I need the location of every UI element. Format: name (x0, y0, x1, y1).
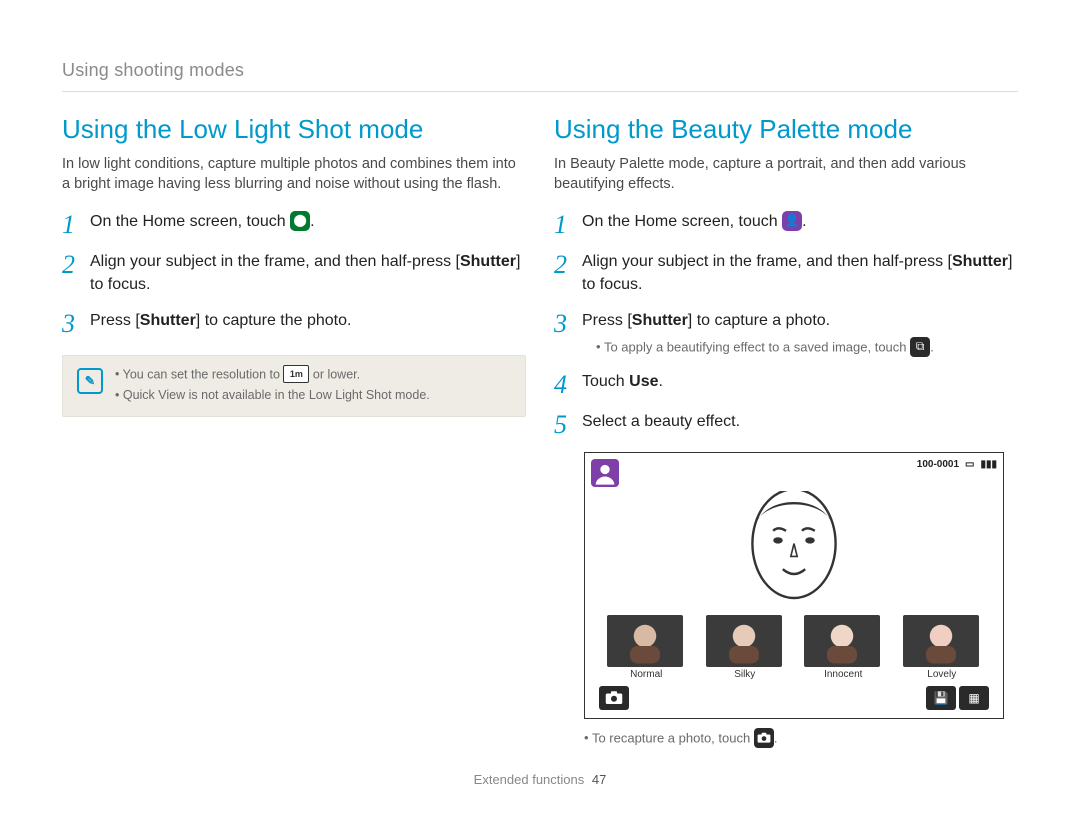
breadcrumb: Using shooting modes (62, 60, 1018, 81)
step-number: 2 (554, 250, 582, 278)
resolution-icon: 1m (283, 365, 309, 383)
left-column: Using the Low Light Shot mode In low lig… (62, 114, 526, 749)
right-column: Using the Beauty Palette mode In Beauty … (554, 114, 1018, 749)
step-body: Touch Use. (582, 370, 1018, 393)
beauty-palette-preview: 100-0001 ▭ ▮▮▮ (584, 452, 1004, 719)
card-icon: ▭ (965, 459, 974, 470)
steps-beauty: 1 On the Home screen, touch 👤. 2 Align y… (554, 210, 1018, 438)
note-item: You can set the resolution to 1m or lowe… (115, 366, 430, 384)
note-item: Quick View is not available in the Low L… (115, 388, 430, 402)
note-box: ✎ You can set the resolution to 1m or lo… (62, 355, 526, 417)
step-body: Align your subject in the frame, and the… (90, 250, 526, 296)
step-number: 1 (62, 210, 90, 238)
gallery-icon: ⧉ (910, 337, 930, 357)
portrait-area (591, 491, 997, 609)
effect-options-row: Normal Silky Innocent Lovely (591, 615, 997, 680)
step-number: 3 (554, 309, 582, 337)
step-number: 2 (62, 250, 90, 278)
effect-option-normal[interactable]: Normal (607, 615, 685, 680)
section-title-beauty: Using the Beauty Palette mode (554, 114, 1018, 145)
after-note: To recapture a photo, touch . (584, 729, 1018, 749)
effect-option-innocent[interactable]: Innocent (804, 615, 882, 680)
intro-low-light: In low light conditions, capture multipl… (62, 155, 526, 194)
divider (62, 91, 1018, 92)
step-body: On the Home screen, touch ⬤. (90, 210, 526, 233)
beauty-mode-icon (591, 459, 619, 487)
step-body: Press [Shutter] to capture the photo. (90, 309, 526, 332)
grid-view-button[interactable]: ▦ (959, 686, 989, 710)
page-footer: Extended functions 47 (0, 772, 1080, 787)
step-number: 4 (554, 370, 582, 398)
low-light-mode-icon: ⬤ (290, 211, 310, 231)
effect-option-lovely[interactable]: Lovely (903, 615, 981, 680)
step-number: 3 (62, 309, 90, 337)
section-title-low-light: Using the Low Light Shot mode (62, 114, 526, 145)
camera-icon (754, 728, 774, 748)
step-number: 5 (554, 410, 582, 438)
step-body: Align your subject in the frame, and the… (582, 250, 1018, 296)
effect-option-silky[interactable]: Silky (706, 615, 784, 680)
step-body: Press [Shutter] to capture a photo. To a… (582, 309, 1018, 358)
intro-beauty: In Beauty Palette mode, capture a portra… (554, 155, 1018, 194)
battery-icon: ▮▮▮ (980, 459, 997, 470)
status-bar: 100-0001 ▭ ▮▮▮ (917, 459, 997, 470)
recapture-button[interactable] (599, 686, 629, 710)
sub-step: To apply a beautifying effect to a saved… (596, 338, 1018, 358)
note-icon: ✎ (77, 368, 103, 394)
step-body: On the Home screen, touch 👤. (582, 210, 1018, 233)
step-number: 1 (554, 210, 582, 238)
beauty-mode-icon: 👤 (782, 211, 802, 231)
steps-low-light: 1 On the Home screen, touch ⬤. 2 Align y… (62, 210, 526, 336)
step-body: Select a beauty effect. (582, 410, 1018, 433)
save-button[interactable]: 💾 (926, 686, 956, 710)
